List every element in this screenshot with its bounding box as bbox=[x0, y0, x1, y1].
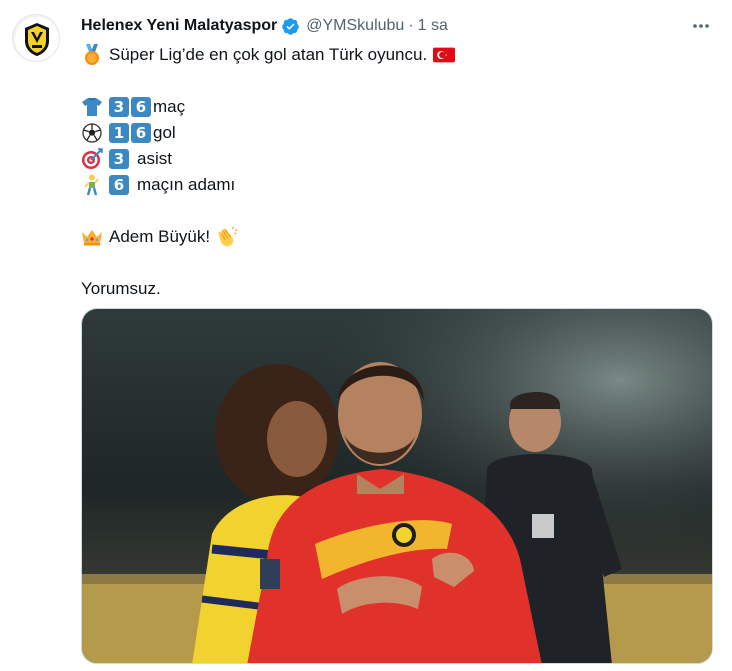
text-line-crown: Adem Büyük! bbox=[81, 224, 711, 250]
turkey-flag-icon bbox=[433, 44, 456, 66]
author-handle[interactable]: @YMSkulubu bbox=[306, 17, 404, 35]
separator-dot: · bbox=[408, 17, 414, 34]
stat-label: asist bbox=[137, 149, 172, 168]
club-logo-icon bbox=[15, 17, 59, 61]
tweet-text: Süper Lig’de en çok gol atan Türk oyuncu… bbox=[81, 42, 711, 302]
text-line-last: Yorumsuz. bbox=[81, 276, 711, 302]
target-icon bbox=[81, 148, 103, 170]
stat-label: maçın adamı bbox=[137, 175, 236, 194]
person-icon bbox=[81, 174, 103, 196]
crown-icon bbox=[81, 226, 103, 248]
verified-badge-icon bbox=[281, 17, 300, 36]
stat-label: gol bbox=[153, 123, 176, 142]
text-line-headline: Süper Lig’de en çok gol atan Türk oyuncu… bbox=[81, 42, 711, 68]
stat-line-asist: 3 asist bbox=[81, 146, 711, 172]
tweet-header: Helenex Yeni Malatyaspor @YMSkulubu · 1 … bbox=[81, 14, 448, 38]
crown-line-text: Adem Büyük! bbox=[109, 227, 211, 246]
keycap-digit: 6 bbox=[131, 123, 151, 143]
keycap-digit: 3 bbox=[109, 149, 129, 169]
tweet-timestamp[interactable]: 1 sa bbox=[418, 17, 448, 35]
keycap-digit: 6 bbox=[109, 175, 129, 195]
stat-line-gol: 1 6 gol bbox=[81, 120, 711, 146]
last-line-text: Yorumsuz. bbox=[81, 279, 161, 298]
stat-label: maç bbox=[153, 97, 186, 116]
keycap-digit: 6 bbox=[131, 97, 151, 117]
keycap-digit: 1 bbox=[109, 123, 129, 143]
soccer-ball-icon bbox=[81, 122, 103, 144]
author-name[interactable]: Helenex Yeni Malatyaspor bbox=[81, 17, 277, 35]
tweet-card[interactable]: Helenex Yeni Malatyaspor @YMSkulubu · 1 … bbox=[0, 0, 732, 671]
avatar[interactable] bbox=[12, 14, 60, 62]
tweet-media-photo[interactable] bbox=[81, 308, 713, 664]
medal-icon bbox=[81, 44, 103, 66]
stat-line-mac: 3 6 maç bbox=[81, 94, 711, 120]
jersey-icon bbox=[81, 96, 103, 118]
keycap-digit: 3 bbox=[109, 97, 129, 117]
headline-text: Süper Lig’de en çok gol atan Türk oyuncu… bbox=[109, 45, 428, 64]
clapping-hands-icon bbox=[216, 226, 238, 248]
football-player-photo bbox=[82, 309, 712, 663]
more-options-icon[interactable] bbox=[690, 15, 712, 37]
stat-line-mac-adami: 6 maçın adamı bbox=[81, 172, 711, 198]
